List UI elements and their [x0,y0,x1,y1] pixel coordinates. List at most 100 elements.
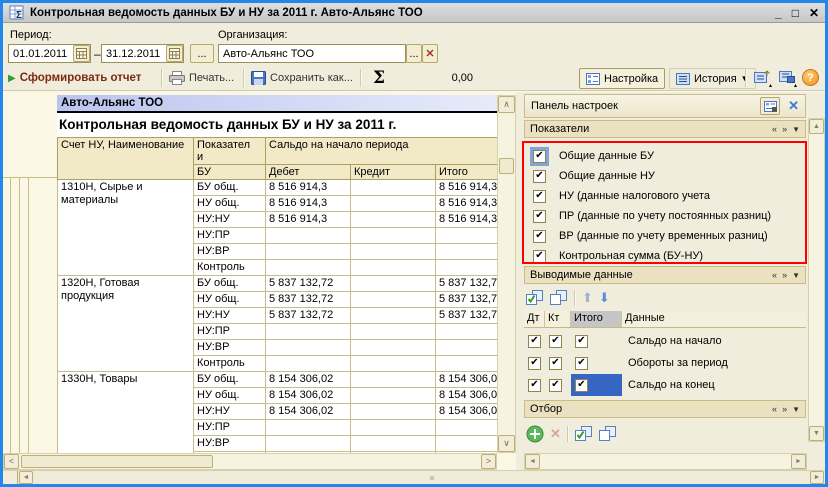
credit-cell[interactable] [351,340,436,356]
credit-cell[interactable] [351,420,436,436]
maximize-button[interactable]: □ [792,6,799,20]
scroll-right-button[interactable]: ► [810,471,824,484]
column-header-total[interactable]: Итого [436,165,498,180]
total-cell[interactable] [436,420,498,436]
credit-cell[interactable] [351,388,436,404]
indicator-cell[interactable]: НУ:ПР [194,228,266,244]
debit-cell[interactable]: 5 837 132,72 [266,308,351,324]
add-button[interactable] [526,425,544,443]
credit-cell[interactable] [351,404,436,420]
total-cell[interactable]: 5 837 132,72 [436,308,498,324]
total-cell[interactable] [436,228,498,244]
checkbox[interactable]: ✔ [533,210,546,223]
total-cell[interactable] [436,436,498,452]
scroll-right-button[interactable]: > [481,454,496,469]
account-name-cell[interactable]: 1330Н, Товары [58,372,194,454]
organization-clear-button[interactable]: ✕ [422,44,438,63]
credit-cell[interactable] [351,228,436,244]
indicator-cell[interactable]: БУ общ. [194,276,266,292]
calendar-button[interactable] [166,45,183,62]
indicator-cell[interactable]: НУ:НУ [194,308,266,324]
debit-cell[interactable]: 8 516 914,3 [266,196,351,212]
checkbox[interactable]: ✔ [533,230,546,243]
period-more-button[interactable]: ... [190,44,214,63]
minimize-button[interactable]: _ [775,6,782,20]
column-header-indicators[interactable]: Показатели [194,138,266,165]
total-cell[interactable] [436,356,498,372]
debit-cell[interactable] [266,340,351,356]
panel-horizontal-scrollbar[interactable]: ◄ ► [524,453,807,470]
debit-cell[interactable]: 8 516 914,3 [266,180,351,196]
credit-cell[interactable] [351,196,436,212]
column-header-debit[interactable]: Дебет [266,165,351,180]
checkbox[interactable]: ✔ [533,150,546,163]
total-cell[interactable]: 8 516 914,3 [436,180,498,196]
horizontal-scroll-thumb[interactable] [21,455,213,468]
column-header-dt[interactable]: Дт [524,311,545,327]
credit-cell[interactable] [351,260,436,276]
debit-cell[interactable]: 8 154 306,02 [266,372,351,388]
report-title[interactable]: Контрольная ведомость данных БУ и НУ за … [57,113,497,137]
debit-cell[interactable] [266,260,351,276]
column-header-bu[interactable]: БУ [194,165,266,180]
total-cell[interactable] [436,340,498,356]
checkbox[interactable]: ✔ [533,170,546,183]
uncheck-all-icon[interactable] [550,290,568,306]
section-header-indicators[interactable]: Показатели « » ▼ [524,120,806,138]
column-header-kt[interactable]: Кт [545,311,571,327]
chevrons-right-icon[interactable]: » [782,270,787,280]
indicator-cell[interactable]: НУ:ВР [194,436,266,452]
uncheck-all-icon[interactable] [599,426,617,442]
close-button[interactable]: ✕ [809,6,819,20]
row-grouping-margin[interactable] [3,177,57,453]
debit-cell[interactable]: 5 837 132,72 [266,276,351,292]
column-header-account[interactable]: Счет НУ, Наименование [58,138,194,180]
debit-cell[interactable] [266,228,351,244]
scroll-left-button[interactable]: < [4,454,19,469]
debit-cell[interactable] [266,324,351,340]
collapse-section-icon[interactable]: ▼ [792,125,800,134]
scroll-down-button[interactable]: ∨ [498,435,515,452]
indicator-cell[interactable]: БУ общ. [194,372,266,388]
help-button[interactable]: ? [802,69,819,86]
checkbox-itogo[interactable]: ✔ [575,357,588,370]
checkbox-kt[interactable]: ✔ [549,335,562,348]
indicator-cell[interactable]: НУ:НУ [194,212,266,228]
debit-cell[interactable] [266,436,351,452]
save-settings-button[interactable]: ▴ [776,68,798,89]
indicator-cell[interactable]: НУ общ. [194,292,266,308]
scroll-left-button[interactable]: ◄ [525,454,540,469]
debit-cell[interactable] [266,356,351,372]
indicator-cell[interactable]: НУ:ВР [194,244,266,260]
checkbox-dt[interactable]: ✔ [528,335,541,348]
checkbox-kt[interactable]: ✔ [549,357,562,370]
indicator-item[interactable]: ✔НУ (данные налогового учета [526,186,794,206]
check-all-icon[interactable] [526,290,544,306]
checkbox[interactable]: ✔ [533,250,546,263]
account-name-cell[interactable]: 1320Н, Готовая продукция [58,276,194,372]
panel-close-button[interactable]: ✕ [788,98,799,114]
period-from-field[interactable]: 01.01.2011 [8,44,91,63]
indicator-item[interactable]: ✔Общие данные БУ [526,146,794,166]
indicator-cell[interactable]: Контроль [194,356,266,372]
chevrons-left-icon[interactable]: « [772,124,777,134]
title-bar[interactable]: Σ Контрольная ведомость данных БУ и НУ з… [3,3,825,23]
load-settings-button[interactable]: ▴ [751,68,773,89]
checkbox-dt[interactable]: ✔ [528,357,541,370]
chevrons-right-icon[interactable]: » [782,404,787,414]
chevrons-right-icon[interactable]: » [782,124,787,134]
indicator-item[interactable]: ✔ВР (данные по учету временных разниц) [526,226,794,246]
print-button[interactable]: Печать... [169,66,234,90]
total-cell[interactable]: 8 516 914,3 [436,212,498,228]
save-as-button[interactable]: Сохранить как... [251,66,353,90]
settings-button[interactable]: Настройка [579,68,665,89]
move-up-button[interactable]: ⬆ [582,290,593,306]
move-down-button[interactable]: ⬇ [599,290,610,306]
indicator-cell[interactable]: НУ:НУ [194,404,266,420]
scroll-up-button[interactable]: ∧ [498,96,515,113]
delete-button-disabled[interactable]: ✕ [550,426,561,442]
output-data-row[interactable]: ✔✔✔Сальдо на конец [524,374,806,396]
report-horizontal-scrollbar[interactable]: < > [3,453,497,470]
credit-cell[interactable] [351,324,436,340]
total-cell[interactable]: 8 154 306,02 [436,388,498,404]
